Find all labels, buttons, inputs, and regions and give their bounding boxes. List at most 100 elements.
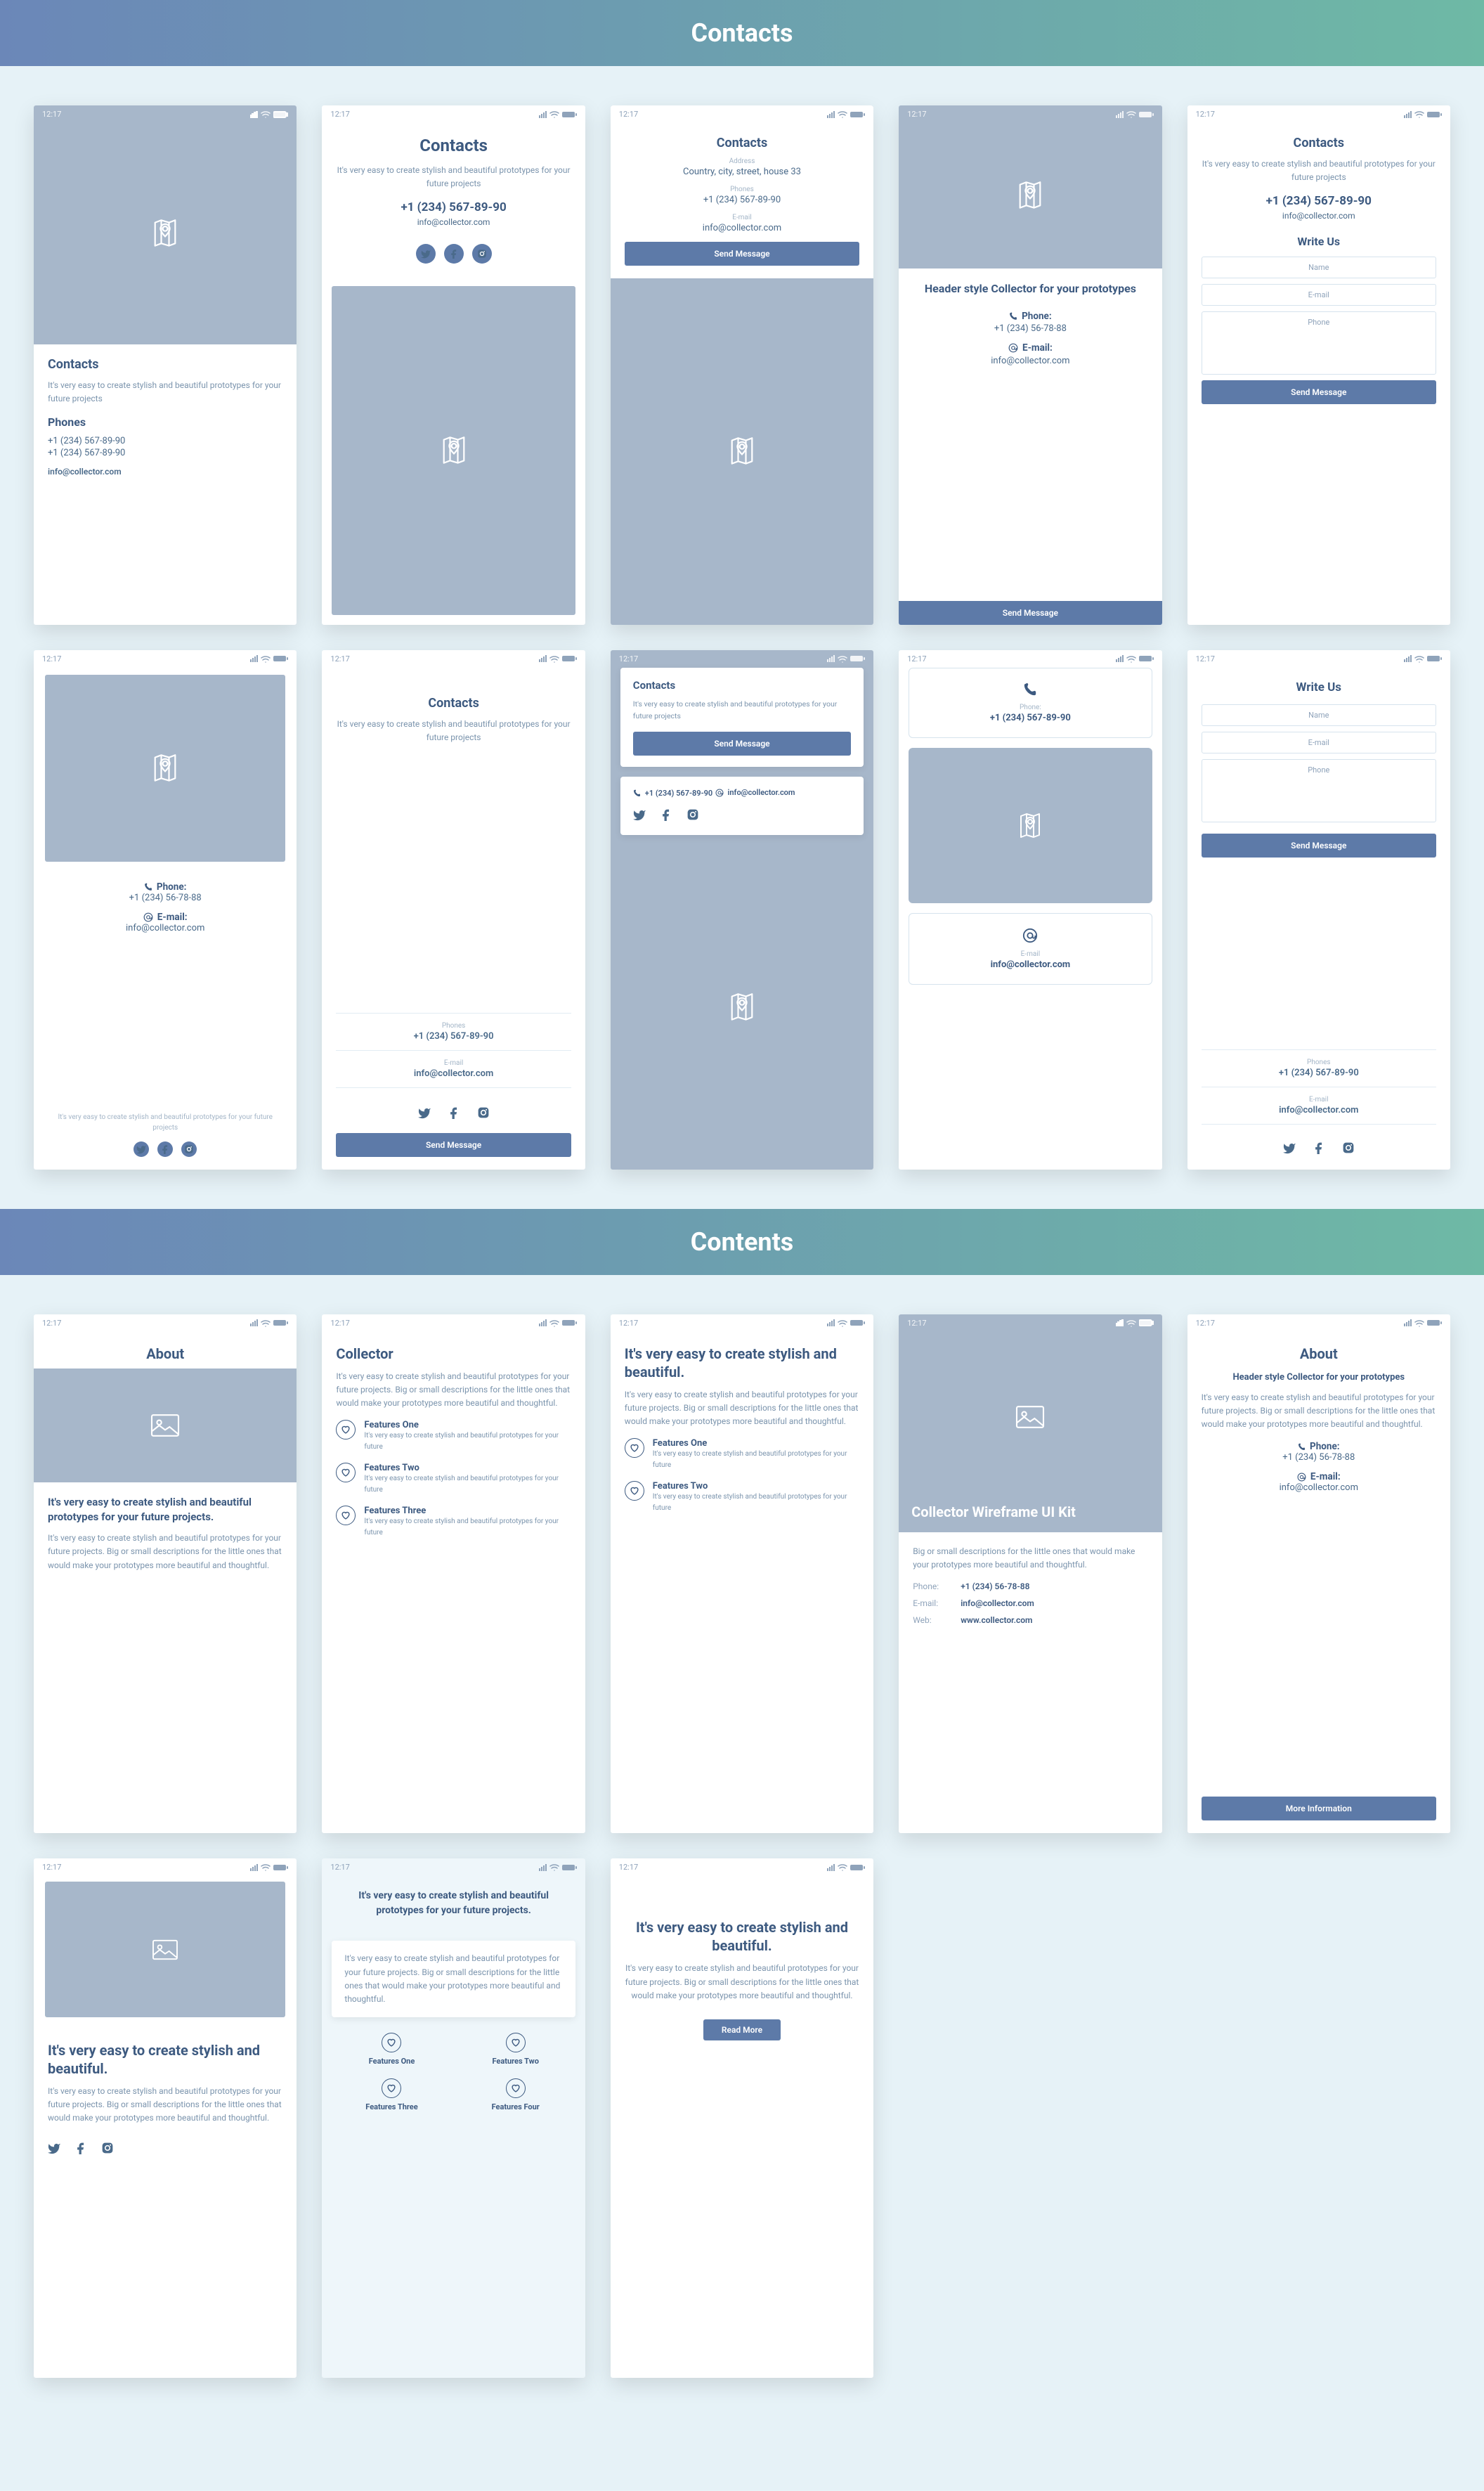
instagram-icon[interactable] — [101, 2142, 114, 2157]
send-message-button[interactable]: Send Message — [625, 242, 859, 266]
instagram-icon[interactable] — [477, 1106, 490, 1122]
headline: It's very easy to create stylish and bea… — [625, 1918, 859, 1955]
body-text: It's very easy to create stylish and bea… — [625, 1962, 859, 2002]
map-icon — [1016, 812, 1044, 840]
facebook-icon[interactable] — [660, 808, 672, 824]
phone-icon — [1009, 312, 1017, 321]
phone-value: +1 (234) 567-89-90 — [336, 1031, 571, 1042]
phone-value-1: +1 (234) 567-89-90 — [48, 436, 282, 446]
feature-one: Features One It's very easy to create st… — [336, 1420, 571, 1458]
battery-icon — [273, 111, 288, 118]
twitter-icon[interactable] — [418, 1106, 431, 1122]
wifi-icon — [261, 110, 271, 118]
facebook-icon[interactable] — [448, 1106, 460, 1122]
email-value: info@collector.com — [1280, 1482, 1358, 1493]
status-bar: 12:17 — [611, 1858, 873, 1876]
name-input[interactable]: Name — [1202, 257, 1436, 278]
more-info-button[interactable]: More Information — [1202, 1797, 1436, 1820]
twitter-icon[interactable] — [633, 808, 646, 824]
map-icon — [1015, 180, 1046, 211]
twitter-icon[interactable] — [134, 1141, 149, 1157]
facebook-icon[interactable] — [444, 244, 464, 264]
heart-icon — [336, 1506, 356, 1525]
twitter-icon[interactable] — [48, 2142, 60, 2157]
map-icon — [150, 218, 181, 249]
facebook-icon[interactable] — [1313, 1141, 1325, 1157]
status-bar: 12:17 — [611, 105, 873, 123]
intro-text: It's very easy to create stylish and bea… — [48, 379, 282, 406]
email-input[interactable]: E-mail — [1202, 284, 1436, 306]
twitter-icon[interactable] — [416, 244, 436, 264]
send-message-button[interactable]: Send Message — [633, 732, 851, 756]
instagram-icon[interactable] — [1342, 1141, 1355, 1157]
phone-input[interactable]: Phone — [1202, 311, 1436, 375]
footer-text: It's very easy to create stylish and bea… — [48, 1112, 282, 1133]
web-row: Web:www.collector.com — [913, 1615, 1147, 1625]
status-bar: 12:17 — [34, 650, 297, 668]
phones-label: Phones — [1202, 1059, 1436, 1066]
section-header-contacts: Contacts — [0, 0, 1484, 66]
contact-screen-6: 12:17 Phone: +1 (234) 56-78-88 E-mail: i… — [34, 650, 297, 1170]
image-icon — [150, 1938, 180, 1962]
phone-row: Phone:+1 (234) 56-78-88 — [913, 1581, 1147, 1591]
phone-value: +1 (234) 56-78-88 — [129, 893, 202, 903]
instagram-icon[interactable] — [181, 1141, 197, 1157]
facebook-icon[interactable] — [74, 2142, 87, 2157]
email-label: E-mail — [732, 214, 752, 221]
email-link[interactable]: info@collector.com — [1282, 211, 1355, 221]
email-input[interactable]: E-mail — [1202, 732, 1436, 753]
content-screen-6: 12:17 It's very easy to create stylish a… — [34, 1858, 297, 2378]
instagram-icon[interactable] — [686, 808, 699, 824]
subtitle: Header style Collector for your prototyp… — [1232, 1371, 1405, 1384]
read-more-button[interactable]: Read More — [703, 2019, 781, 2040]
map-icon — [150, 753, 181, 784]
contacts-card: Contacts It's very easy to create stylis… — [620, 668, 864, 768]
status-time: 12:17 — [42, 110, 61, 119]
facebook-icon[interactable] — [157, 1141, 173, 1157]
image-icon — [149, 1412, 181, 1439]
status-time: 12:17 — [330, 1319, 349, 1328]
map-icon — [727, 436, 757, 467]
status-bar: 12:17 — [322, 105, 585, 123]
page-title: Contacts — [1294, 136, 1344, 150]
body-text: It's very easy to create stylish and bea… — [625, 1388, 859, 1429]
contact-screen-8: 12:17 Contacts It's very easy to create … — [611, 650, 873, 1170]
at-icon — [1008, 343, 1018, 353]
image-icon — [1014, 1404, 1046, 1430]
send-message-button[interactable]: Send Message — [1202, 834, 1436, 858]
headline: It's very easy to create stylish and bea… — [625, 1345, 859, 1381]
status-bar: 12:17 — [611, 1314, 873, 1332]
name-input[interactable]: Name — [1202, 704, 1436, 726]
status-time: 12:17 — [1196, 110, 1215, 119]
status-bar: 12:17 — [899, 1314, 1161, 1332]
battery-icon — [562, 111, 577, 118]
status-time: 12:17 — [1196, 654, 1215, 664]
twitter-icon[interactable] — [1283, 1141, 1296, 1157]
heart-icon — [625, 1481, 644, 1501]
heart-icon — [336, 1420, 356, 1439]
send-message-button[interactable]: Send Message — [1202, 380, 1436, 404]
write-us-title: Write Us — [1297, 235, 1340, 248]
card-title: Contacts — [633, 679, 851, 692]
phone-icon — [633, 789, 641, 797]
email-label: E-mail — [336, 1059, 571, 1067]
address-label: Address — [729, 157, 755, 165]
email-row: E-mail:info@collector.com — [913, 1598, 1147, 1608]
email-card: E-mail info@collector.com — [909, 913, 1152, 985]
body-text: It's very easy to create stylish and bea… — [48, 2085, 282, 2126]
status-time: 12:17 — [42, 1319, 61, 1328]
heart-icon — [382, 2033, 401, 2052]
headline: It's very easy to create stylish and bea… — [48, 1495, 282, 1525]
status-bar: 12:17 — [1187, 1314, 1450, 1332]
contents-screens-grid: 12:17 About It's very easy to create sty… — [0, 1275, 1484, 2418]
email-link[interactable]: info@collector.com — [417, 217, 490, 227]
email-value: info@collector.com — [126, 923, 204, 933]
phone-value: +1 (234) 567-89-90 — [1266, 194, 1372, 208]
heart-icon — [625, 1438, 644, 1458]
status-time: 12:17 — [907, 654, 926, 664]
phone-input[interactable]: Phone — [1202, 759, 1436, 822]
email-link[interactable]: info@collector.com — [48, 467, 282, 477]
instagram-icon[interactable] — [472, 244, 492, 264]
send-message-button[interactable]: Send Message — [336, 1133, 571, 1157]
send-message-button[interactable]: Send Message — [899, 601, 1161, 625]
